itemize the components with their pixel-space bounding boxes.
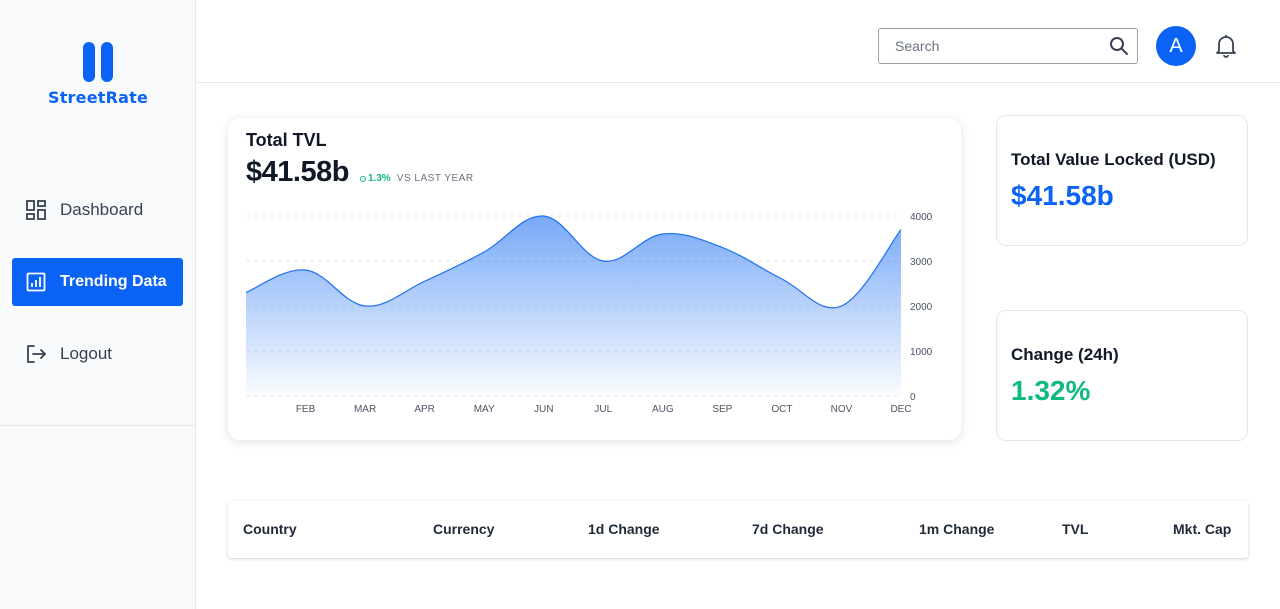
x-tick-label: JUL	[594, 404, 612, 415]
x-tick-label: SEP	[712, 404, 732, 415]
bell-icon[interactable]	[1214, 33, 1238, 59]
sidebar-item-logout[interactable]: Logout	[12, 330, 183, 378]
logout-icon	[24, 342, 48, 366]
tvl-area-chart: 0 1000 2000 3000 4000 FEB MAR APR MAY JUN JUL AUG SE…	[245, 212, 933, 415]
tvl-stat-value: $41.58b	[1011, 180, 1114, 211]
x-tick-label: FEB	[296, 404, 316, 415]
column-header-tvl[interactable]: TVL	[1062, 521, 1088, 537]
column-header-1d-change[interactable]: 1d Change	[588, 521, 660, 537]
x-tick-label: DEC	[890, 404, 911, 415]
x-tick-label: MAY	[474, 404, 495, 415]
change-stat-value: 1.32%	[1011, 375, 1091, 406]
sidebar: StreetRate Dashboard Trending Data Logou…	[0, 0, 196, 609]
y-tick-label: 3000	[910, 257, 933, 268]
sidebar-item-label: Logout	[60, 344, 112, 363]
x-tick-label: AUG	[652, 404, 674, 415]
column-header-currency[interactable]: Currency	[433, 521, 494, 537]
search-input[interactable]	[879, 29, 1099, 63]
x-tick-label: MAR	[354, 404, 376, 415]
column-header-1m-change[interactable]: 1m Change	[919, 521, 994, 537]
search-box	[878, 28, 1138, 64]
change-stat-card: Change (24h) 1.32%	[996, 310, 1248, 441]
tvl-chart-card: Total TVL $41.58b 1.3% VS LAST YEAR 0 100…	[228, 118, 961, 440]
x-tick-label: APR	[414, 404, 435, 415]
x-tick-label: OCT	[771, 404, 792, 415]
x-tick-label: NOV	[831, 404, 853, 415]
tvl-stat-label: Total Value Locked (USD)	[1011, 150, 1216, 169]
search-icon[interactable]	[1109, 36, 1129, 56]
avatar[interactable]: A	[1156, 26, 1196, 66]
sidebar-item-trending-data[interactable]: Trending Data	[12, 258, 183, 306]
dashboard-icon	[24, 198, 48, 222]
brand-logo[interactable]: StreetRate	[0, 40, 196, 107]
y-tick-label: 0	[910, 392, 916, 403]
currency-table: Country Currency 1d Change 7d Change 1m …	[228, 501, 1248, 558]
sidebar-item-dashboard[interactable]: Dashboard	[12, 186, 183, 234]
column-header-country[interactable]: Country	[243, 521, 297, 537]
y-tick-label: 2000	[910, 302, 933, 313]
series-area	[246, 215, 901, 396]
brand-name: StreetRate	[47, 88, 149, 107]
sidebar-item-label: Dashboard	[60, 200, 144, 219]
sidebar-item-label: Trending Data	[60, 273, 167, 290]
x-tick-label: JUN	[534, 404, 553, 415]
y-tick-label: 1000	[910, 347, 933, 358]
column-header-mkt-cap[interactable]: Mkt. Cap	[1173, 521, 1231, 537]
change-stat-label: Change (24h)	[1011, 345, 1119, 364]
column-header-7d-change[interactable]: 7d Change	[752, 521, 824, 537]
chart-icon	[24, 270, 48, 294]
tvl-stat-card: Total Value Locked (USD) $41.58b	[996, 115, 1248, 246]
y-tick-label: 4000	[910, 212, 933, 223]
sidebar-divider	[0, 425, 196, 426]
logo-mark-icon	[80, 40, 116, 84]
top-bar: A	[197, 0, 1280, 83]
